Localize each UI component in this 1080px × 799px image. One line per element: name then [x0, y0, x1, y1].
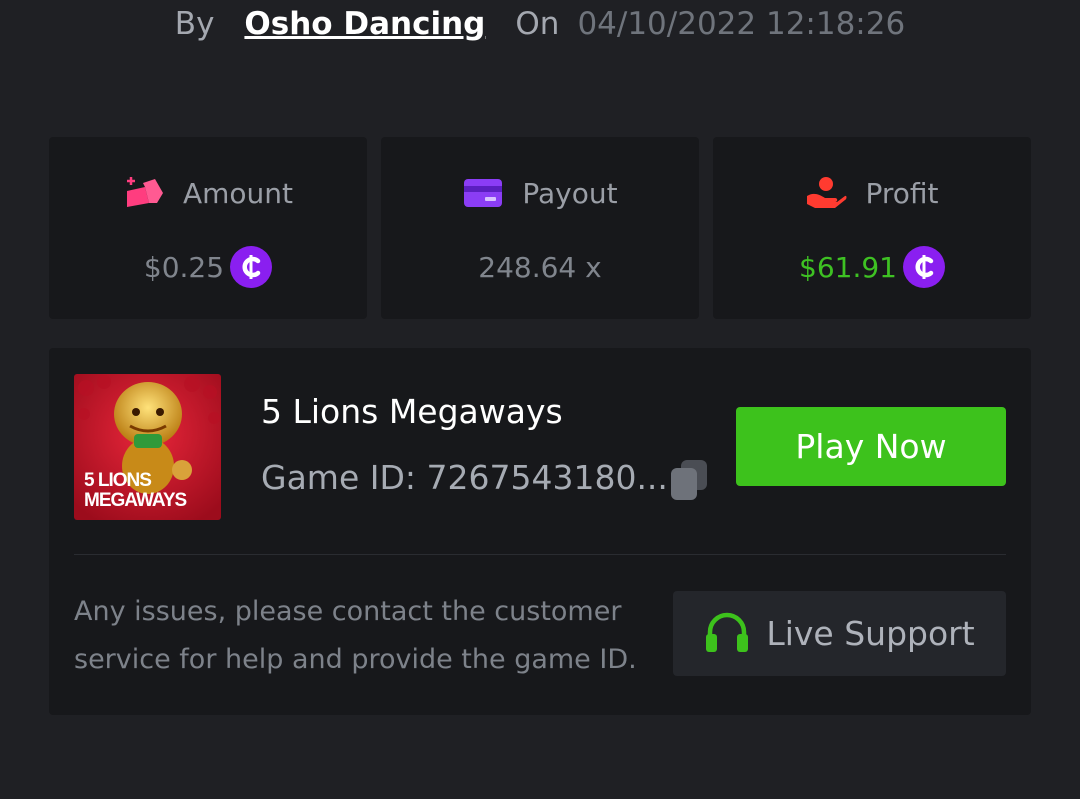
- credit-card-icon: [462, 175, 504, 211]
- bet-chips-icon: [123, 175, 165, 211]
- profit-value-row: $61.91: [713, 246, 1031, 288]
- profit-header: Profit: [713, 173, 1031, 213]
- game-card: 5 LIONS MEGAWAYS 5 Lions Megaways Game I…: [49, 348, 1031, 715]
- thumbnail-logo-line2: MEGAWAYS: [84, 490, 187, 511]
- bet-stats: Amount $0.25 Payout 248.64 x Profit $61.…: [49, 137, 1031, 319]
- bet-meta-row: By Osho Dancing On 04/10/2022 12:18:26: [0, 4, 1080, 44]
- on-label: On: [515, 6, 560, 42]
- bet-datetime: 04/10/2022 12:18:26: [577, 6, 906, 42]
- coin-c-icon: [902, 246, 945, 288]
- play-now-button[interactable]: Play Now: [736, 407, 1006, 486]
- profit-card: Profit $61.91: [713, 137, 1031, 319]
- divider: [74, 554, 1006, 555]
- live-support-label: Live Support: [766, 614, 975, 653]
- username-link[interactable]: Osho Dancing: [244, 6, 485, 42]
- game-id: Game ID: 7267543180...: [261, 458, 668, 497]
- payout-card: Payout 248.64 x: [381, 137, 699, 319]
- amount-value: $0.25: [143, 250, 225, 284]
- profit-label: Profit: [865, 176, 939, 210]
- amount-card: Amount $0.25: [49, 137, 367, 319]
- headset-icon: [704, 610, 750, 658]
- thumbnail-logo-line1: 5 LIONS: [84, 470, 152, 491]
- payout-value: 248.64 x: [478, 250, 602, 284]
- profit-value: $61.91: [799, 250, 897, 284]
- game-title: 5 Lions Megaways: [261, 392, 563, 431]
- hand-profit-icon: [805, 175, 847, 211]
- payout-label: Payout: [522, 176, 618, 210]
- copy-icon[interactable]: [669, 458, 709, 502]
- coin-c-icon: [230, 246, 273, 288]
- amount-label: Amount: [182, 176, 294, 210]
- game-thumbnail[interactable]: 5 LIONS MEGAWAYS: [74, 374, 221, 520]
- amount-value-row: $0.25: [49, 246, 367, 288]
- amount-header: Amount: [49, 173, 367, 213]
- by-label: By: [174, 6, 215, 42]
- payout-header: Payout: [381, 173, 699, 213]
- live-support-button[interactable]: Live Support: [673, 591, 1006, 676]
- payout-value-row: 248.64 x: [381, 247, 699, 287]
- support-help-text: Any issues, please contact the customer …: [74, 596, 637, 675]
